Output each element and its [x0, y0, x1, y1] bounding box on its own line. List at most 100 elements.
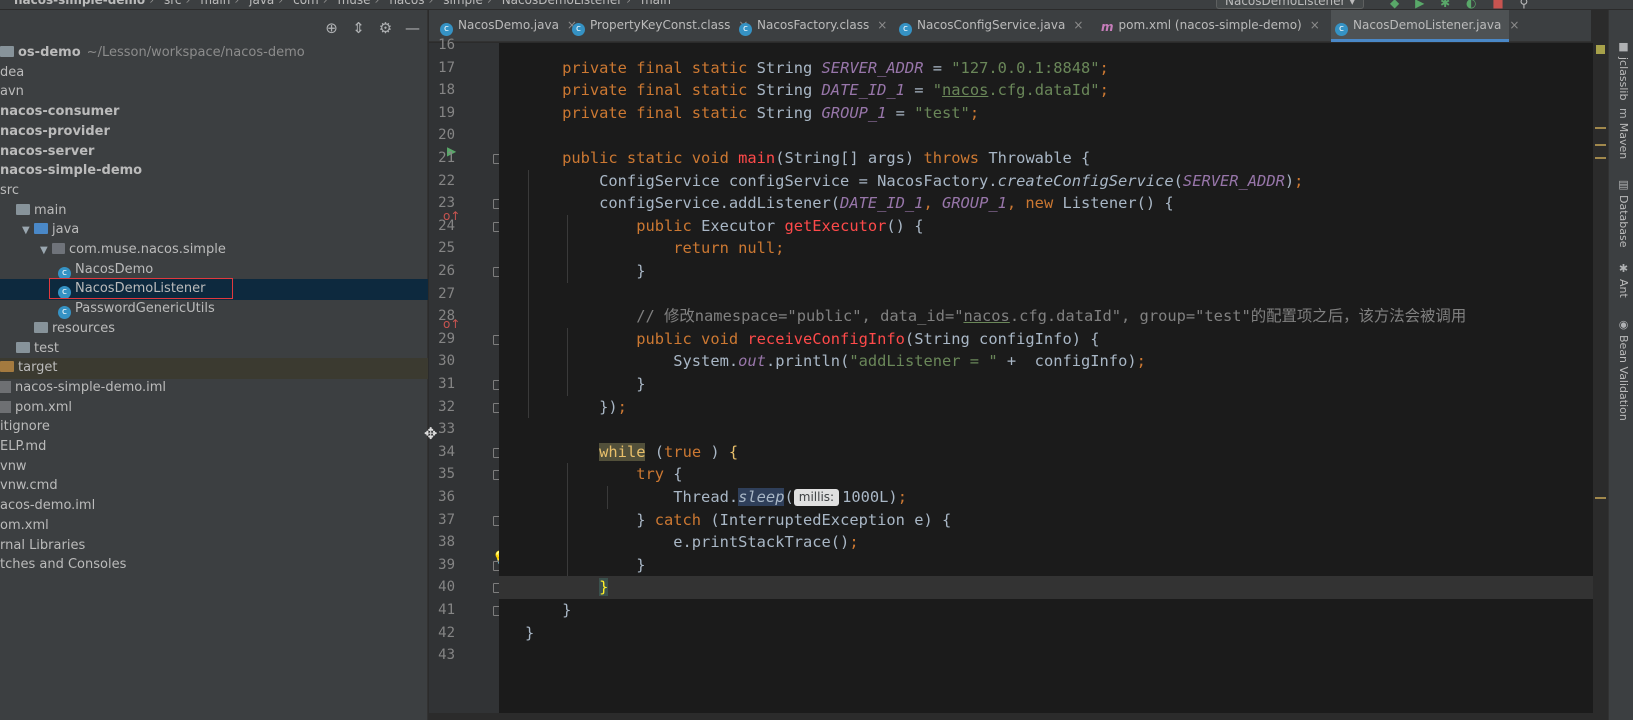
code-line[interactable]: } catch (InterruptedException e) { [499, 509, 951, 532]
tool-window-tab[interactable]: ✱ Ant [1612, 262, 1630, 298]
collapse-all-icon[interactable]: ⇕ [345, 19, 372, 37]
stripe-mark[interactable] [1595, 127, 1606, 129]
code-line[interactable]: } [499, 373, 645, 396]
expand-arrow-icon[interactable]: ▼ [40, 241, 52, 261]
tree-item[interactable]: nacos-provider [0, 122, 428, 143]
breadcrumb-item[interactable]: main [641, 0, 671, 7]
code-line[interactable]: try { [499, 463, 682, 486]
code-line[interactable]: e.printStackTrace(); [499, 531, 858, 554]
tree-item[interactable]: pom.xml [0, 398, 428, 419]
expand-arrow-icon[interactable]: ▼ [22, 221, 34, 241]
editor-tab[interactable]: c NacosConfigService.java × [895, 10, 1095, 42]
tree-item[interactable]: nacos-consumer [0, 102, 428, 123]
minimize-icon[interactable]: — [399, 19, 426, 37]
tree-item[interactable]: ▼ java [0, 220, 428, 241]
inspection-status-icon[interactable] [1596, 45, 1605, 54]
tool-window-tab[interactable]: m Maven [1612, 108, 1630, 159]
close-tab-icon[interactable]: × [877, 18, 887, 32]
stripe-mark[interactable] [1595, 157, 1606, 159]
tree-item[interactable]: main [0, 201, 428, 222]
code-line[interactable] [499, 283, 525, 306]
tree-item[interactable]: rnal Libraries [0, 536, 428, 557]
breadcrumb-item[interactable]: NacosDemoListener [502, 0, 622, 7]
breadcrumb-item[interactable]: java [249, 0, 274, 7]
locate-icon[interactable]: ⊕ [318, 19, 345, 37]
editor-tab[interactable]: c NacosFactory.class × [735, 10, 893, 42]
breadcrumb-item[interactable]: src [164, 0, 182, 7]
debug-icon[interactable]: ✱ [1440, 0, 1450, 9]
code-line[interactable]: }); [499, 396, 627, 419]
search-icon[interactable]: ⚲ [1520, 0, 1529, 9]
code-line[interactable]: // 修改namespace="public", data_id="nacos.… [499, 305, 1466, 328]
tree-item[interactable]: nacos-simple-demo.iml [0, 378, 428, 399]
code-line[interactable]: Thread.sleep(millis: 1000L); [499, 486, 907, 509]
code-line[interactable]: System.out.println("addListener = " + co… [499, 350, 1146, 373]
editor-tab[interactable]: c NacosDemo.java × [436, 10, 577, 42]
code-line[interactable]: public Executor getExecutor() { [499, 215, 923, 238]
code-line[interactable]: configService.addListener(DATE_ID_1, GRO… [499, 192, 1174, 215]
breadcrumb-item[interactable]: muse [338, 0, 371, 7]
run-configuration-select[interactable]: NacosDemoListener ▾ [1216, 0, 1365, 9]
code-line[interactable] [499, 43, 525, 57]
tree-item[interactable]: os-demo ~/Lesson/workspace/nacos-demo [0, 43, 428, 64]
stripe-mark[interactable] [1595, 144, 1606, 146]
tree-item[interactable]: c NacosDemoListener [0, 278, 428, 300]
current-code-line[interactable]: } [499, 576, 1607, 599]
code-line[interactable]: return null; [499, 237, 784, 260]
close-tab-icon[interactable]: × [1073, 18, 1083, 32]
tree-item[interactable]: ELP.md [0, 437, 428, 458]
editor-tab[interactable]: c NacosDemoListener.java × [1331, 10, 1519, 42]
tree-item[interactable]: tches and Consoles [0, 555, 428, 576]
tree-item[interactable]: target [0, 358, 428, 379]
code-line[interactable]: private final static String GROUP_1 = "t… [499, 102, 979, 125]
tree-item[interactable]: acos-demo.iml [0, 496, 428, 517]
code-line[interactable]: public static void main(String[] args) t… [499, 147, 1090, 170]
build-icon[interactable]: ◆ [1390, 0, 1399, 9]
tree-item[interactable]: c PasswordGenericUtils [0, 299, 428, 320]
code-line[interactable]: while (true ) { [499, 441, 738, 464]
tree-item[interactable]: nacos-server [0, 142, 428, 163]
editor-tab[interactable]: cPropertyKeyConst.class× [568, 10, 748, 42]
code-line[interactable]: private final static String DATE_ID_1 = … [499, 79, 1109, 102]
breadcrumb-item[interactable]: nacos [389, 0, 424, 7]
breadcrumb-item[interactable]: simple [443, 0, 483, 7]
tree-item[interactable]: nacos-simple-demo [0, 161, 428, 182]
editor-tab[interactable]: m pom.xml (nacos-simple-demo) × [1097, 10, 1329, 42]
tree-item[interactable]: src [0, 181, 428, 202]
breadcrumb-item[interactable]: main [200, 0, 230, 7]
code-line[interactable]: public void receiveConfigInfo(String con… [499, 328, 1099, 351]
tool-window-label: Maven [1617, 122, 1630, 160]
code-line[interactable]: } [499, 622, 534, 645]
code-line[interactable] [499, 644, 525, 667]
code-line[interactable]: ConfigService configService = NacosFacto… [499, 170, 1303, 193]
close-tab-icon[interactable]: × [1310, 18, 1320, 32]
close-tab-icon[interactable]: × [1509, 18, 1519, 32]
tree-item[interactable]: test [0, 339, 428, 360]
tree-item[interactable]: vnw [0, 457, 428, 478]
code-line[interactable]: } [499, 554, 645, 577]
code-line[interactable]: } [499, 599, 571, 622]
tree-item[interactable]: c NacosDemo [0, 260, 428, 281]
stripe-mark[interactable] [1595, 497, 1606, 499]
code-line[interactable] [499, 124, 525, 147]
code-editor[interactable]: private final static String SERVER_ADDR … [499, 43, 1608, 713]
tree-item[interactable]: ▼ com.muse.nacos.simple [0, 240, 428, 261]
breadcrumb-item[interactable]: nacos-simple-demo [14, 0, 145, 7]
tree-item[interactable]: om.xml [0, 516, 428, 537]
tree-item[interactable]: resources [0, 319, 428, 340]
tool-window-tab[interactable]: ■ jclasslib [1612, 40, 1630, 100]
tree-item[interactable]: itignore [0, 417, 428, 438]
code-line[interactable]: private final static String SERVER_ADDR … [499, 57, 1109, 80]
run-icon[interactable]: ▶ [1415, 0, 1424, 9]
code-line[interactable]: } [499, 260, 645, 283]
breadcrumb-item[interactable]: com [293, 0, 319, 7]
stop-icon[interactable]: ■ [1492, 0, 1503, 9]
tool-window-tab[interactable]: ◉ Bean Validation [1612, 318, 1630, 421]
tool-window-tab[interactable]: ▤ Database [1612, 178, 1630, 248]
tree-item[interactable]: avn [0, 82, 428, 103]
coverage-icon[interactable]: ◐ [1466, 0, 1476, 9]
tree-item[interactable]: dea [0, 63, 428, 84]
code-line[interactable] [499, 418, 525, 441]
tree-item[interactable]: vnw.cmd [0, 476, 428, 497]
gear-icon[interactable]: ⚙ [372, 19, 399, 37]
